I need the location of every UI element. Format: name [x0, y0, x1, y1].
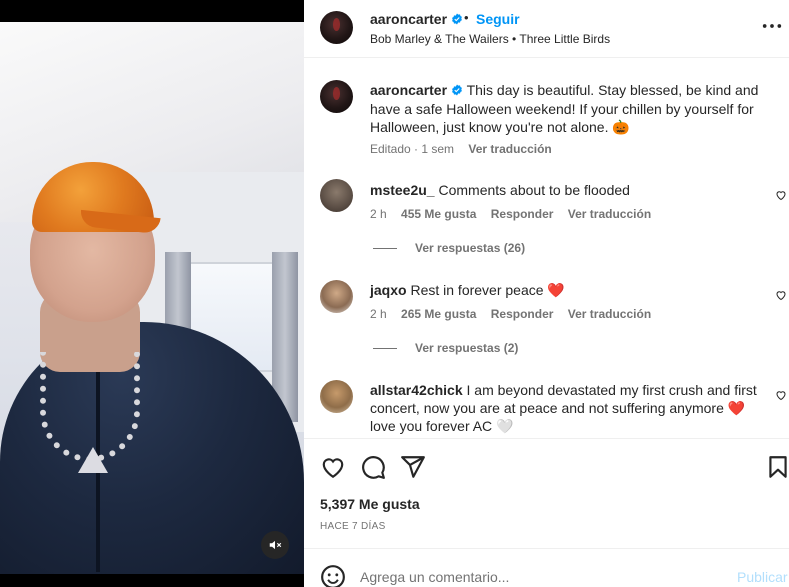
comment-item: allstar42chick I am beyond devastated my…	[370, 381, 765, 435]
comment-text: Rest in forever peace ❤️	[410, 282, 565, 298]
comment-username[interactable]: mstee2u_	[370, 182, 435, 198]
reply-button[interactable]: Responder	[491, 307, 554, 321]
mute-button[interactable]	[261, 531, 289, 559]
comment-likes[interactable]: 455 Me gusta	[401, 207, 476, 221]
comment-time: 2 h	[370, 307, 387, 321]
verified-badge-icon	[451, 13, 462, 25]
comment-like-heart-icon[interactable]	[775, 189, 787, 201]
comment-username[interactable]: allstar42chick	[370, 382, 463, 398]
comment-like-heart-icon[interactable]	[775, 289, 787, 301]
caption-author-avatar[interactable]	[320, 80, 353, 113]
author-username[interactable]: aaroncarter	[370, 11, 463, 27]
reply-button[interactable]: Responder	[491, 207, 554, 221]
comment-input[interactable]	[360, 563, 720, 587]
post-media[interactable]	[0, 0, 304, 587]
comment-avatar[interactable]	[320, 280, 353, 313]
comment-like-heart-icon[interactable]	[775, 389, 787, 401]
comment-username[interactable]: jaqxo	[370, 282, 407, 298]
comment-avatar[interactable]	[320, 380, 353, 413]
verified-badge-icon	[451, 84, 462, 96]
publish-button[interactable]: Publicar	[737, 569, 788, 585]
post-time-ago[interactable]: HACE 7 DÍAS	[320, 521, 386, 532]
post-actions: 5,397 Me gusta HACE 7 DÍAS	[304, 438, 789, 547]
caption-edited-time: Editado · 1 sem	[370, 142, 455, 156]
comment-likes[interactable]: 265 Me gusta	[401, 307, 476, 321]
caption-username[interactable]: aaroncarter	[370, 82, 447, 98]
share-icon[interactable]	[400, 454, 426, 480]
comment-icon[interactable]	[360, 454, 386, 480]
comment-time: 2 h	[370, 207, 387, 221]
add-comment-bar: Publicar	[304, 548, 789, 587]
comments-list[interactable]: aaroncarter This day is beautiful. Stay …	[304, 59, 789, 437]
caption: aaroncarter This day is beautiful. Stay …	[370, 81, 765, 137]
post-details-panel: aaroncarter • Seguir Bob Marley & The Wa…	[304, 0, 789, 587]
view-replies-button[interactable]: Ver respuestas (2)	[373, 341, 518, 355]
caption-translate-link[interactable]: Ver traducción	[468, 142, 551, 156]
separator-dot: •	[464, 10, 469, 25]
comment-text: Comments about to be flooded	[438, 182, 630, 198]
chain-necklace	[40, 352, 140, 462]
comment-meta: 2 h 455 Me gusta Responder Ver traducció…	[370, 207, 662, 221]
post-video[interactable]	[0, 22, 304, 574]
emoji-icon[interactable]	[320, 564, 346, 587]
post-like-count[interactable]: 5,397 Me gusta	[320, 496, 420, 512]
comment-item: mstee2u_ Comments about to be flooded	[370, 181, 765, 199]
audio-track[interactable]: Bob Marley & The Wailers • Three Little …	[370, 32, 610, 46]
translate-link[interactable]: Ver traducción	[568, 307, 651, 321]
bookmark-icon[interactable]	[765, 454, 789, 480]
caption-meta: Editado · 1 sem Ver traducción	[370, 142, 563, 156]
author-avatar[interactable]	[320, 11, 353, 44]
view-replies-button[interactable]: Ver respuestas (26)	[373, 241, 525, 255]
heart-icon[interactable]	[320, 454, 346, 480]
comment-avatar[interactable]	[320, 179, 353, 212]
more-options-icon[interactable]	[761, 18, 783, 34]
post-header: aaroncarter • Seguir Bob Marley & The Wa…	[304, 0, 789, 58]
mute-icon	[269, 540, 282, 550]
comment-item: jaqxo Rest in forever peace ❤️	[370, 281, 765, 299]
translate-link[interactable]: Ver traducción	[568, 207, 651, 221]
comment-meta: 2 h 265 Me gusta Responder Ver traducció…	[370, 307, 662, 321]
follow-button[interactable]: Seguir	[476, 11, 520, 27]
